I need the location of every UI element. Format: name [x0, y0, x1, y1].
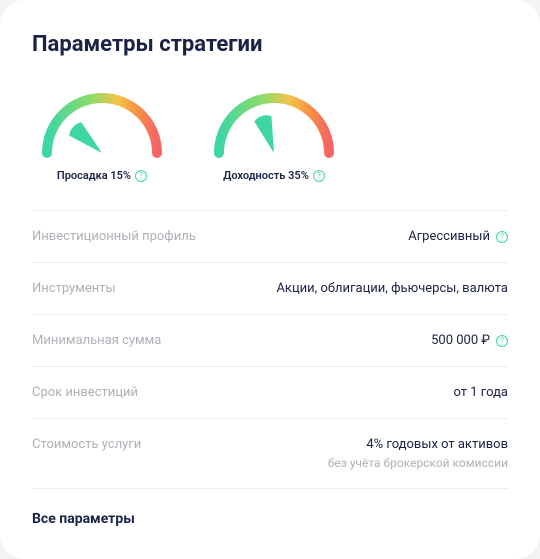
- param-row-cost: Стоимость услуги 4% годовых от активов б…: [32, 419, 508, 489]
- param-value: Акции, облигации, фьючерсы, валюта: [276, 281, 508, 296]
- all-params-link[interactable]: Все параметры: [32, 511, 508, 527]
- param-value-text: Акции, облигации, фьючерсы, валюта: [276, 281, 508, 296]
- info-icon[interactable]: ?: [313, 170, 325, 182]
- params-list: Инвестиционный профиль Агрессивный ? Инс…: [32, 210, 508, 489]
- gauge-yield-text: Доходность 35%: [223, 169, 309, 182]
- param-row-term: Срок инвестиций от 1 года: [32, 367, 508, 419]
- param-value-sub: без учёта брокерской комиссии: [328, 456, 508, 470]
- gauge-yield: Доходность 35% ?: [204, 81, 344, 182]
- param-label: Минимальная сумма: [32, 333, 161, 348]
- param-row-profile: Инвестиционный профиль Агрессивный ?: [32, 211, 508, 263]
- param-value-text: 4% годовых от активов: [366, 437, 508, 452]
- gauge-drawdown-label: Просадка 15% ?: [57, 169, 147, 182]
- param-label: Стоимость услуги: [32, 437, 141, 452]
- param-value-text: Агрессивный: [408, 229, 490, 244]
- info-icon[interactable]: ?: [496, 335, 508, 347]
- gauge-yield-label: Доходность 35% ?: [223, 169, 325, 182]
- gauge-drawdown-text: Просадка 15%: [57, 169, 131, 182]
- info-icon[interactable]: ?: [135, 170, 147, 182]
- param-row-instruments: Инструменты Акции, облигации, фьючерсы, …: [32, 263, 508, 315]
- param-value-text: 500 000 ₽: [431, 333, 490, 348]
- gauges-row: Просадка 15% ? Доходность 35% ?: [32, 81, 508, 182]
- param-value: 500 000 ₽ ?: [431, 333, 508, 348]
- strategy-params-card: Параметры стратегии: [0, 0, 540, 559]
- param-label: Инструменты: [32, 281, 116, 296]
- param-label: Инвестиционный профиль: [32, 229, 196, 244]
- param-value: 4% годовых от активов без учёта брокерск…: [328, 437, 508, 470]
- gauge-drawdown-arc: [32, 81, 172, 161]
- param-label: Срок инвестиций: [32, 385, 138, 400]
- gauge-drawdown: Просадка 15% ?: [32, 81, 172, 182]
- gauge-yield-arc: [204, 81, 344, 161]
- param-value: от 1 года: [454, 385, 509, 400]
- param-row-min-sum: Минимальная сумма 500 000 ₽ ?: [32, 315, 508, 367]
- info-icon[interactable]: ?: [496, 231, 508, 243]
- param-value-text: от 1 года: [454, 385, 509, 400]
- param-value: Агрессивный ?: [408, 229, 508, 244]
- page-title: Параметры стратегии: [32, 32, 508, 57]
